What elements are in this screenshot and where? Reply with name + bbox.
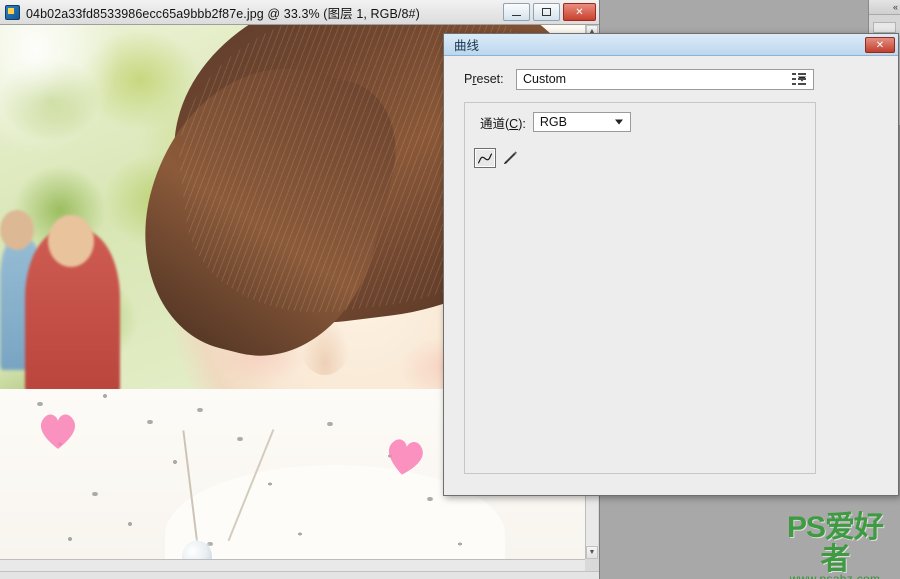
pencil-tool-button[interactable] xyxy=(500,148,520,168)
scroll-down-icon[interactable]: ▼ xyxy=(586,546,598,559)
channel-row: 通道(C): RGB xyxy=(480,112,631,132)
panel-titlebar: « xyxy=(869,0,900,15)
panel-collapse-icon[interactable]: « xyxy=(893,1,898,13)
watermark-title: PS爱好者 xyxy=(775,512,895,576)
dialog-body: Preset: Custom 通道(C): RGB xyxy=(444,56,898,495)
minimize-button[interactable] xyxy=(503,3,530,21)
close-window-button[interactable]: ✕ xyxy=(563,3,596,21)
preset-menu-icon[interactable] xyxy=(790,70,808,88)
panel-row xyxy=(873,22,896,33)
document-title: 04b02a33fd8533986ecc65a9bbb2f87e.jpg @ 3… xyxy=(26,3,420,22)
curve-tool-button[interactable] xyxy=(474,148,496,168)
preset-dropdown[interactable]: Custom xyxy=(516,69,814,90)
channel-value: RGB xyxy=(540,115,567,129)
minimize-icon xyxy=(512,15,521,16)
curve-tool-icon xyxy=(477,152,493,165)
chevron-down-icon xyxy=(615,120,623,125)
preset-value: Custom xyxy=(523,72,566,86)
channel-dropdown[interactable]: RGB xyxy=(533,112,631,132)
dialog-titlebar[interactable]: 曲线 ✕ xyxy=(444,34,898,56)
document-titlebar[interactable]: 04b02a33fd8533986ecc65a9bbb2f87e.jpg @ 3… xyxy=(0,0,599,25)
curves-dialog: 曲线 ✕ Preset: Custom 通道(C): xyxy=(443,33,899,496)
pencil-tool-icon xyxy=(502,150,518,166)
channel-label: 通道(C): xyxy=(480,113,526,132)
preset-label: Preset: xyxy=(464,72,516,86)
photoshop-workspace: « 04b02a33fd8533986ecc65a9bbb2f87e.jpg @… xyxy=(0,0,900,579)
maximize-button[interactable] xyxy=(533,3,560,21)
preset-row: Preset: Custom xyxy=(464,68,814,90)
dialog-title: 曲线 xyxy=(454,35,479,54)
site-watermark: PS爱好者 www.psahz.com xyxy=(775,512,895,570)
dialog-close-button[interactable]: ✕ xyxy=(865,37,895,53)
document-status-bar xyxy=(0,571,599,579)
watermark-url: www.psahz.com xyxy=(775,572,895,579)
maximize-icon xyxy=(542,8,551,16)
photoshop-document-icon xyxy=(5,5,20,20)
window-controls: ✕ xyxy=(503,3,596,21)
curve-edit-tools xyxy=(474,148,520,168)
